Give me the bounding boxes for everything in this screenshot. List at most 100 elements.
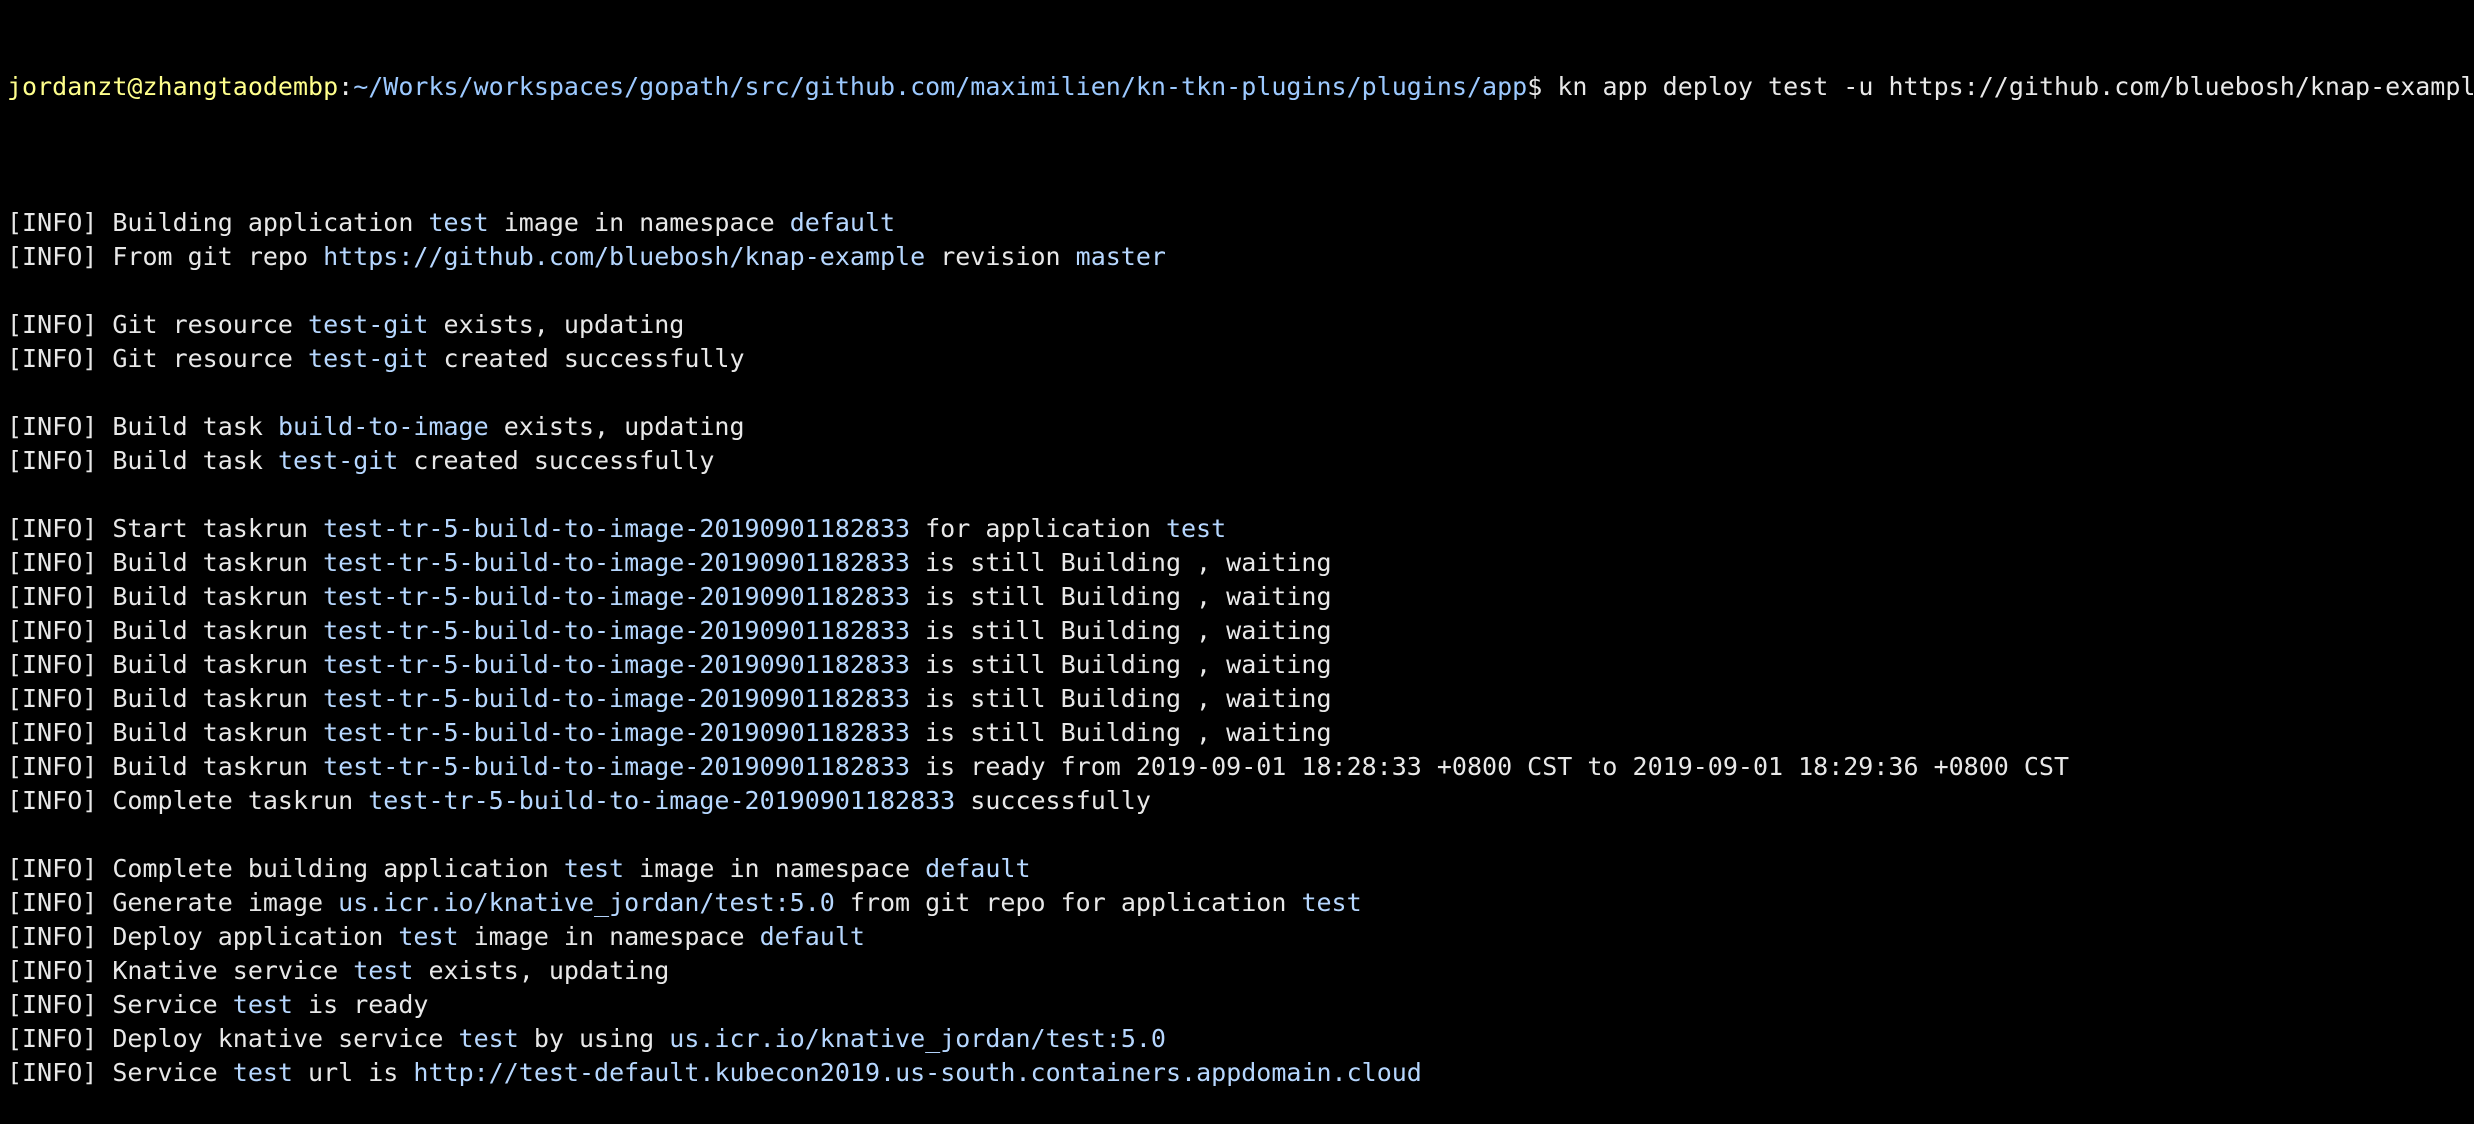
log-line: [INFO] Deploy application test image in … — [7, 920, 2474, 954]
log-line: [INFO] Build task build-to-image exists,… — [7, 410, 2474, 444]
log-highlight: test — [232, 1058, 293, 1087]
log-text: [INFO] Service — [7, 1058, 233, 1087]
log-line: [INFO] Build taskrun test-tr-5-build-to-… — [7, 546, 2474, 580]
log-text: is still Building , waiting — [910, 684, 1332, 713]
log-highlight: test-git — [308, 344, 429, 373]
prompt-user-host: jordanzt@zhangtaodembp — [7, 72, 339, 101]
log-line: [INFO] From git repo https://github.com/… — [7, 240, 2474, 274]
log-highlight: build-to-image — [277, 412, 489, 441]
log-line: [INFO] Complete taskrun test-tr-5-build-… — [7, 784, 2474, 818]
log-line: [INFO] Build taskrun test-tr-5-build-to-… — [7, 682, 2474, 716]
log-text: [INFO] Knative service — [7, 956, 354, 985]
log-text: created successfully — [398, 446, 715, 475]
log-line: [INFO] Build taskrun test-tr-5-build-to-… — [7, 614, 2474, 648]
log-highlight: default — [759, 922, 865, 951]
log-highlight: test-tr-5-build-to-image-20190901182833 — [323, 548, 911, 577]
log-text: image in namespace — [624, 854, 926, 883]
log-text: [INFO] Deploy knative service — [7, 1024, 459, 1053]
log-highlight: test-tr-5-build-to-image-20190901182833 — [323, 582, 911, 611]
prompt-line: jordanzt@zhangtaodembp:~/Works/workspace… — [7, 70, 2474, 104]
log-text: image in namespace — [488, 208, 790, 237]
log-text: by using — [518, 1024, 670, 1053]
log-text: is still Building , waiting — [910, 582, 1332, 611]
log-highlight: test — [428, 208, 489, 237]
log-highlight: test-tr-5-build-to-image-20190901182833 — [323, 616, 911, 645]
log-text: [INFO] Generate image — [7, 888, 339, 917]
log-line: [INFO] Service test url is http://test-d… — [7, 1056, 2474, 1090]
log-text: is ready — [293, 990, 429, 1019]
log-highlight: test-git — [277, 446, 399, 475]
log-text: from git repo for application — [834, 888, 1302, 917]
log-text: is still Building , waiting — [910, 718, 1332, 747]
log-highlight: https://github.com/bluebosh/knap-example — [323, 242, 926, 271]
log-text: [INFO] Git resource — [7, 310, 309, 339]
log-highlight: test — [353, 956, 414, 985]
log-text: [INFO] Complete building application — [7, 854, 564, 883]
log-highlight: test — [398, 922, 459, 951]
log-text: [INFO] Build taskrun — [7, 548, 324, 577]
log-line: [INFO] Generate image us.icr.io/knative_… — [7, 886, 2474, 920]
log-line: [INFO] Build taskrun test-tr-5-build-to-… — [7, 580, 2474, 614]
log-text: successfully — [955, 786, 1151, 815]
log-highlight: test-tr-5-build-to-image-20190901182833 — [368, 786, 956, 815]
log-text: [INFO] Build taskrun — [7, 718, 324, 747]
log-highlight: default — [789, 208, 896, 237]
log-text: [INFO] Build taskrun — [7, 684, 324, 713]
log-text: [INFO] Building application — [7, 208, 429, 237]
log-highlight: test — [1165, 514, 1227, 543]
log-highlight: test-tr-5-build-to-image-20190901182833 — [323, 718, 911, 747]
terminal-window[interactable]: jordanzt@zhangtaodembp:~/Works/workspace… — [0, 0, 2474, 1087]
command-text: kn app deploy test -u https://github.com… — [1557, 72, 2474, 101]
log-text: url is — [293, 1058, 414, 1087]
log-text: [INFO] Build taskrun — [7, 650, 324, 679]
log-highlight: test — [563, 854, 625, 883]
log-text: [INFO] Start taskrun — [7, 514, 324, 543]
log-highlight: test-git — [308, 310, 429, 339]
log-text: revision — [925, 242, 1076, 271]
log-line: [INFO] Build taskrun test-tr-5-build-to-… — [7, 750, 2474, 784]
log-text: image in namespace — [458, 922, 760, 951]
log-highlight: test-tr-5-build-to-image-20190901182833 — [323, 514, 911, 543]
log-text: created successfully — [428, 344, 745, 373]
log-highlight: test-tr-5-build-to-image-20190901182833 — [323, 752, 911, 781]
log-highlight: us.icr.io/knative_jordan/test:5.0 — [669, 1024, 1166, 1053]
log-line: [INFO] Complete building application tes… — [7, 852, 2474, 886]
prompt-separator: : — [338, 72, 354, 101]
log-highlight: default — [925, 854, 1031, 883]
log-highlight: test — [1301, 888, 1362, 917]
log-line: [INFO] Knative service test exists, upda… — [7, 954, 2474, 988]
log-text: [INFO] Git resource — [7, 344, 309, 373]
log-highlight: test-tr-5-build-to-image-20190901182833 — [323, 684, 911, 713]
log-line: [INFO] Service test is ready — [7, 988, 2474, 1022]
log-highlight: test-tr-5-build-to-image-20190901182833 — [323, 650, 911, 679]
log-line: [INFO] Start taskrun test-tr-5-build-to-… — [7, 512, 2474, 546]
log-line: [INFO] Git resource test-git exists, upd… — [7, 308, 2474, 342]
log-text: [INFO] Build task — [7, 412, 278, 441]
log-text: for application — [910, 514, 1166, 543]
log-text: [INFO] Build taskrun — [7, 616, 324, 645]
log-text: [INFO] Build taskrun — [7, 752, 324, 781]
log-line: [INFO] Build taskrun test-tr-5-build-to-… — [7, 648, 2474, 682]
log-text: is still Building , waiting — [910, 616, 1332, 645]
log-text: [INFO] Service — [7, 990, 233, 1019]
log-line: [INFO] Building application test image i… — [7, 206, 2474, 240]
log-text: is still Building , waiting — [910, 650, 1332, 679]
log-line: [INFO] Deploy knative service test by us… — [7, 1022, 2474, 1056]
log-text: [INFO] Complete taskrun — [7, 786, 369, 815]
log-highlight: us.icr.io/knative_jordan/test:5.0 — [338, 888, 835, 917]
log-text: is still Building , waiting — [910, 548, 1332, 577]
log-highlight: http://test-default.kubecon2019.us-south… — [413, 1058, 1422, 1087]
log-highlight: test — [232, 990, 293, 1019]
log-text: exists, updating — [413, 956, 670, 985]
log-text: exists, updating — [428, 310, 685, 339]
log-highlight: master — [1075, 242, 1166, 271]
log-line: [INFO] Git resource test-git created suc… — [7, 342, 2474, 376]
log-text: [INFO] Deploy application — [7, 922, 399, 951]
log-highlight: test — [458, 1024, 519, 1053]
log-text: [INFO] Build task — [7, 446, 278, 475]
